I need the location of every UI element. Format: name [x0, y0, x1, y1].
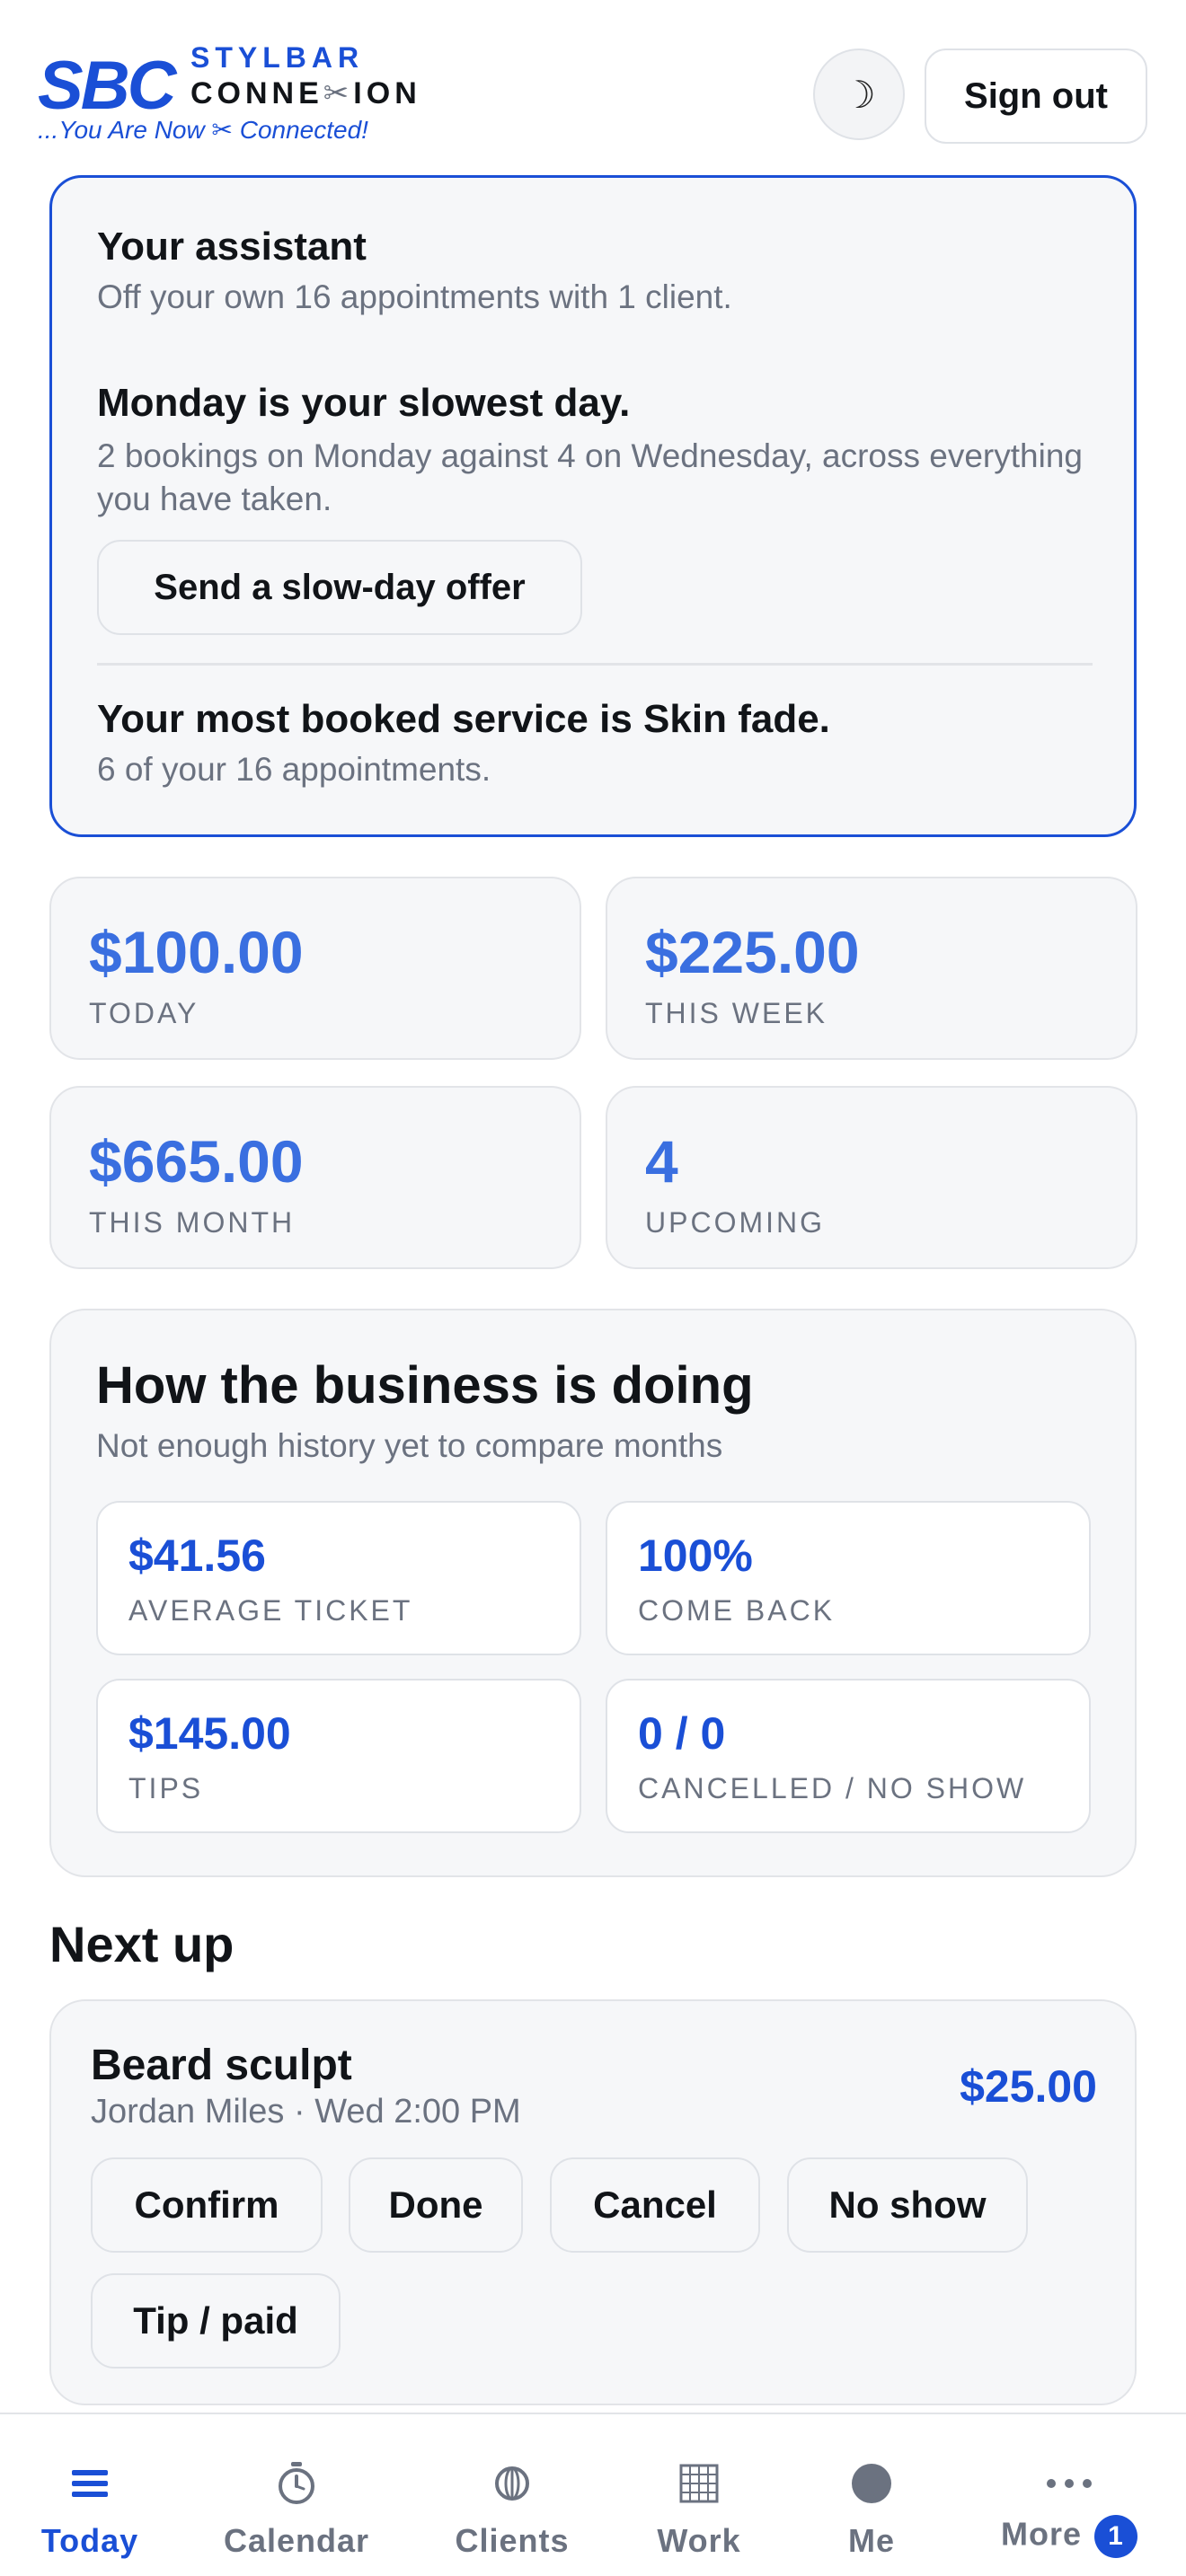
- metric-value: 0 / 0: [638, 1708, 726, 1759]
- divider: [97, 663, 1093, 666]
- sign-out-button[interactable]: Sign out: [925, 49, 1147, 144]
- nav-label: Calendar: [223, 2522, 370, 2559]
- metric-tips: $145.00 TIPS: [96, 1679, 581, 1833]
- metric-value: 100%: [638, 1531, 753, 1581]
- slowest-day-text: 2 bookings on Monday against 4 on Wednes…: [97, 437, 1083, 517]
- nav-work[interactable]: Work: [629, 2414, 769, 2576]
- notification-badge: 1: [1094, 2515, 1137, 2558]
- grid-icon: [679, 2461, 719, 2506]
- nav-more[interactable]: More 1: [988, 2414, 1150, 2576]
- stat-label: TODAY: [89, 997, 199, 1029]
- logo-monogram: SBC: [38, 48, 176, 124]
- metric-value: $145.00: [128, 1708, 291, 1759]
- next-up-heading: Next up: [49, 1916, 235, 1972]
- business-health-card: How the business is doing Not enough his…: [49, 1309, 1137, 1877]
- appointment-meta: Jordan Miles · Wed 2:00 PM: [91, 2093, 521, 2130]
- stat-value: $100.00: [89, 919, 304, 985]
- assistant-subtitle: Off your own 16 appointments with 1 clie…: [97, 278, 732, 315]
- confirm-button[interactable]: Confirm: [91, 2157, 323, 2253]
- brand-logo[interactable]: SBC STYLBAR CONNE✂ION ...You Are Now ✂ C…: [38, 40, 451, 156]
- top-service-heading: Your most booked service is Skin fade.: [97, 697, 830, 741]
- assistant-card: Your assistant Off your own 16 appointme…: [49, 175, 1137, 837]
- globe-icon: [494, 2461, 530, 2506]
- nav-me[interactable]: Me: [809, 2414, 934, 2576]
- nav-label: More 1: [1001, 2515, 1137, 2558]
- metric-label: TIPS: [128, 1772, 204, 1804]
- stat-label: UPCOMING: [645, 1206, 825, 1239]
- nav-clients[interactable]: Clients: [440, 2414, 584, 2576]
- stat-value: 4: [645, 1128, 678, 1195]
- stat-value: $665.00: [89, 1128, 304, 1195]
- appointment-service: Beard sculpt: [91, 2042, 352, 2089]
- nav-today[interactable]: Today: [18, 2414, 162, 2576]
- appointment-price: $25.00: [960, 2061, 1097, 2112]
- nav-label: Work: [657, 2522, 741, 2559]
- stat-this-month: $665.00 THIS MONTH: [49, 1086, 581, 1269]
- nav-label: Clients: [455, 2522, 570, 2559]
- metric-average-ticket: $41.56 AVERAGE TICKET: [96, 1501, 581, 1655]
- send-slow-day-offer-button[interactable]: Send a slow-day offer: [97, 540, 582, 635]
- list-icon: [72, 2461, 108, 2506]
- metric-come-back: 100% COME BACK: [606, 1501, 1091, 1655]
- stat-value: $225.00: [645, 919, 860, 985]
- avatar-icon: [851, 2461, 892, 2506]
- logo-tagline: ...You Are Now ✂ Connected!: [38, 116, 368, 144]
- business-subtitle: Not enough history yet to compare months: [96, 1427, 723, 1464]
- stopwatch-icon: [277, 2461, 316, 2506]
- appointment-card[interactable]: Beard sculpt Jordan Miles · Wed 2:00 PM …: [49, 1999, 1137, 2405]
- assistant-title: Your assistant: [97, 225, 367, 269]
- metric-label: AVERAGE TICKET: [128, 1594, 413, 1627]
- business-title: How the business is doing: [96, 1356, 754, 1415]
- ellipsis-icon: [1046, 2461, 1093, 2506]
- nav-label: Today: [40, 2522, 139, 2559]
- stat-today: $100.00 TODAY: [49, 877, 581, 1060]
- metric-label: COME BACK: [638, 1594, 836, 1627]
- app-header: SBC STYLBAR CONNE✂ION ...You Are Now ✂ C…: [0, 0, 1186, 171]
- tip-paid-button[interactable]: Tip / paid: [91, 2273, 341, 2369]
- stat-this-week: $225.00 THIS WEEK: [606, 877, 1137, 1060]
- nav-label: Me: [847, 2522, 895, 2559]
- metric-cancelled-no-show: 0 / 0 CANCELLED / NO SHOW: [606, 1679, 1091, 1833]
- logo-line2: CONNE✂ION: [190, 76, 421, 110]
- stat-label: THIS MONTH: [89, 1206, 296, 1239]
- theme-toggle-button[interactable]: ☽: [813, 49, 905, 140]
- bottom-nav: Today Calendar Clients Work Me More 1: [0, 2413, 1186, 2576]
- scissors-icon: ✂: [323, 76, 354, 110]
- stat-label: THIS WEEK: [645, 997, 828, 1029]
- metric-value: $41.56: [128, 1531, 266, 1581]
- done-button[interactable]: Done: [349, 2157, 523, 2253]
- logo-line1: STYLBAR: [190, 41, 365, 74]
- top-service-text: 6 of your 16 appointments.: [97, 751, 491, 788]
- moon-icon: ☽: [842, 73, 876, 116]
- no-show-button[interactable]: No show: [787, 2157, 1028, 2253]
- stat-upcoming: 4 UPCOMING: [606, 1086, 1137, 1269]
- metric-label: CANCELLED / NO SHOW: [638, 1772, 1027, 1804]
- slowest-day-heading: Monday is your slowest day.: [97, 381, 631, 425]
- nav-calendar[interactable]: Calendar: [216, 2414, 377, 2576]
- cancel-button[interactable]: Cancel: [550, 2157, 760, 2253]
